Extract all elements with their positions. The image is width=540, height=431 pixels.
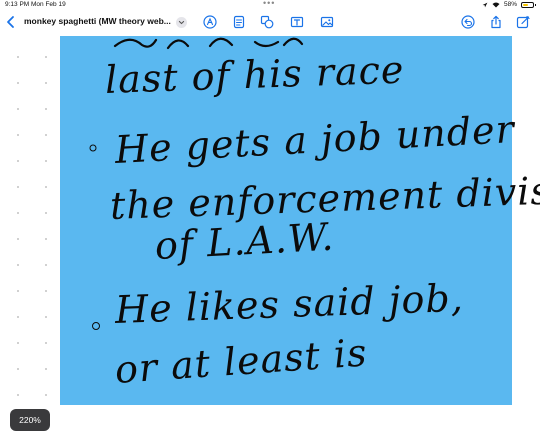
share-button[interactable]	[489, 15, 503, 29]
status-time: 9:13 PM	[5, 1, 30, 8]
compose-button[interactable]	[516, 15, 530, 29]
battery-icon	[521, 2, 536, 8]
ink-strokes	[89, 37, 304, 330]
chevron-down-icon	[178, 20, 185, 25]
zoom-level-badge[interactable]: 220%	[10, 409, 50, 431]
status-bar: 9:13 PM Mon Feb 19 ••• 58%	[0, 0, 540, 10]
image-icon	[320, 16, 334, 28]
status-indicators: 58%	[482, 0, 536, 10]
title-menu-button[interactable]	[176, 17, 187, 28]
battery-percent: 58%	[503, 1, 517, 8]
toolbar: monkey spaghetti (MW theory web...	[0, 10, 540, 37]
document-icon	[233, 15, 245, 29]
text-box-icon	[290, 16, 304, 28]
note-canvas[interactable]: last of his race He gets a job under the…	[0, 36, 540, 431]
note-page[interactable]: last of his race He gets a job under the…	[60, 36, 540, 405]
insert-image-button[interactable]	[320, 15, 334, 29]
document-button[interactable]	[232, 15, 246, 29]
pencil-tool-button[interactable]	[203, 15, 217, 29]
wifi-icon	[492, 2, 500, 8]
shapes-icon	[260, 15, 274, 29]
chevron-left-icon	[7, 16, 14, 28]
dot-grid-margin	[0, 36, 60, 405]
ink-stroke-top-fragment	[113, 37, 304, 50]
text-box-button[interactable]	[290, 15, 304, 29]
pencil-icon	[203, 15, 217, 29]
undo-icon	[461, 15, 475, 29]
bullet-dot-2	[92, 322, 100, 330]
undo-button[interactable]	[461, 15, 475, 29]
multitasking-dots-icon[interactable]: •••	[263, 0, 275, 8]
status-date: Mon Feb 19	[31, 1, 66, 8]
bullet-dot-1	[89, 144, 97, 152]
battery-fill	[523, 4, 529, 6]
shapes-button[interactable]	[260, 15, 274, 29]
location-icon	[482, 2, 488, 8]
back-button[interactable]	[4, 14, 18, 30]
compose-icon	[516, 15, 530, 29]
share-icon	[491, 15, 501, 29]
document-title[interactable]: monkey spaghetti (MW theory web...	[24, 16, 171, 26]
